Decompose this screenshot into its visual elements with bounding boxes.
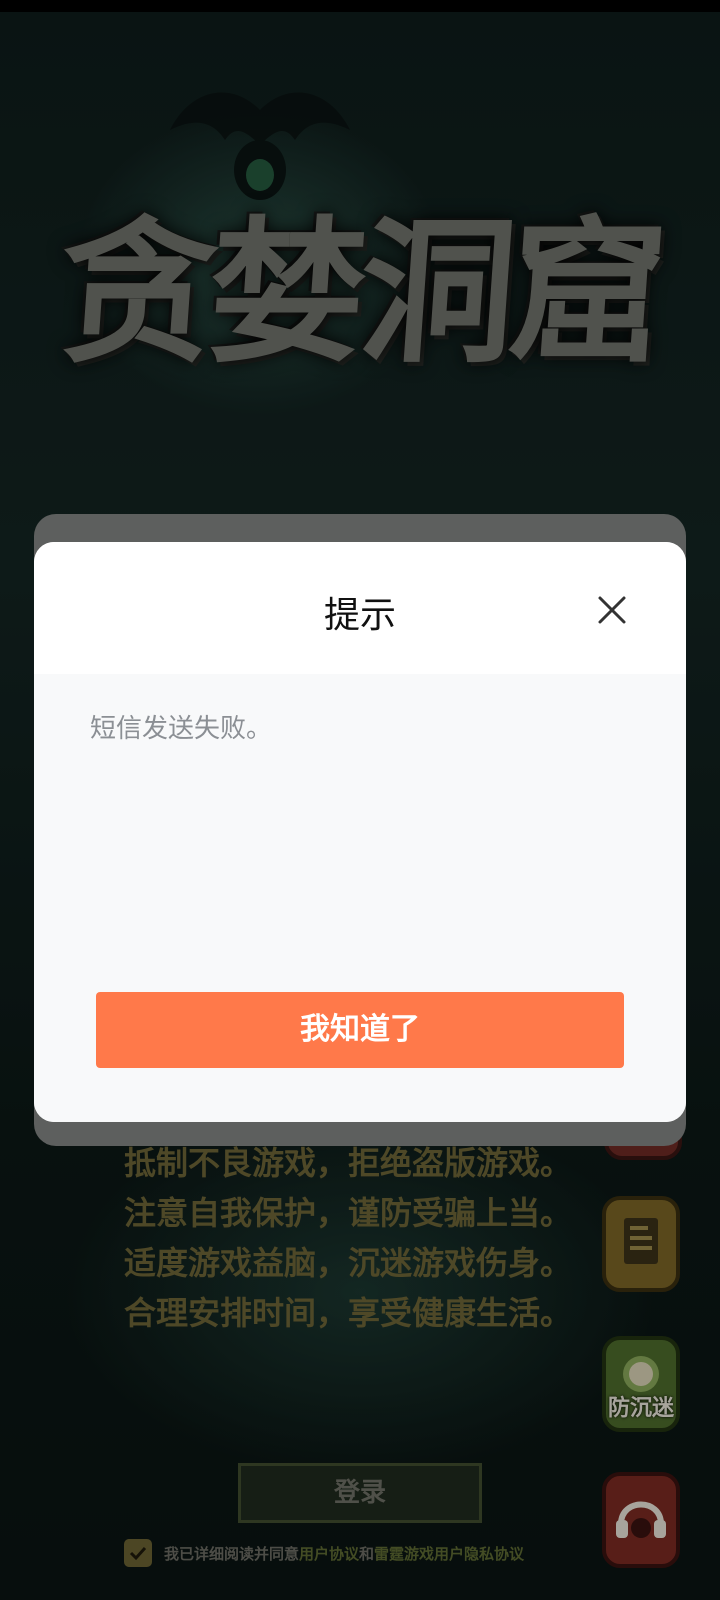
- dialog-header: 提示: [34, 542, 686, 674]
- status-bar: [0, 0, 720, 12]
- alert-dialog: 提示 短信发送失败。 我知道了: [34, 542, 686, 1122]
- dialog-body: 短信发送失败。 我知道了: [34, 674, 686, 1122]
- close-icon[interactable]: [592, 590, 632, 630]
- confirm-button[interactable]: 我知道了: [96, 992, 624, 1068]
- dialog-message: 短信发送失败。: [90, 714, 273, 744]
- dialog-title: 提示: [323, 595, 396, 636]
